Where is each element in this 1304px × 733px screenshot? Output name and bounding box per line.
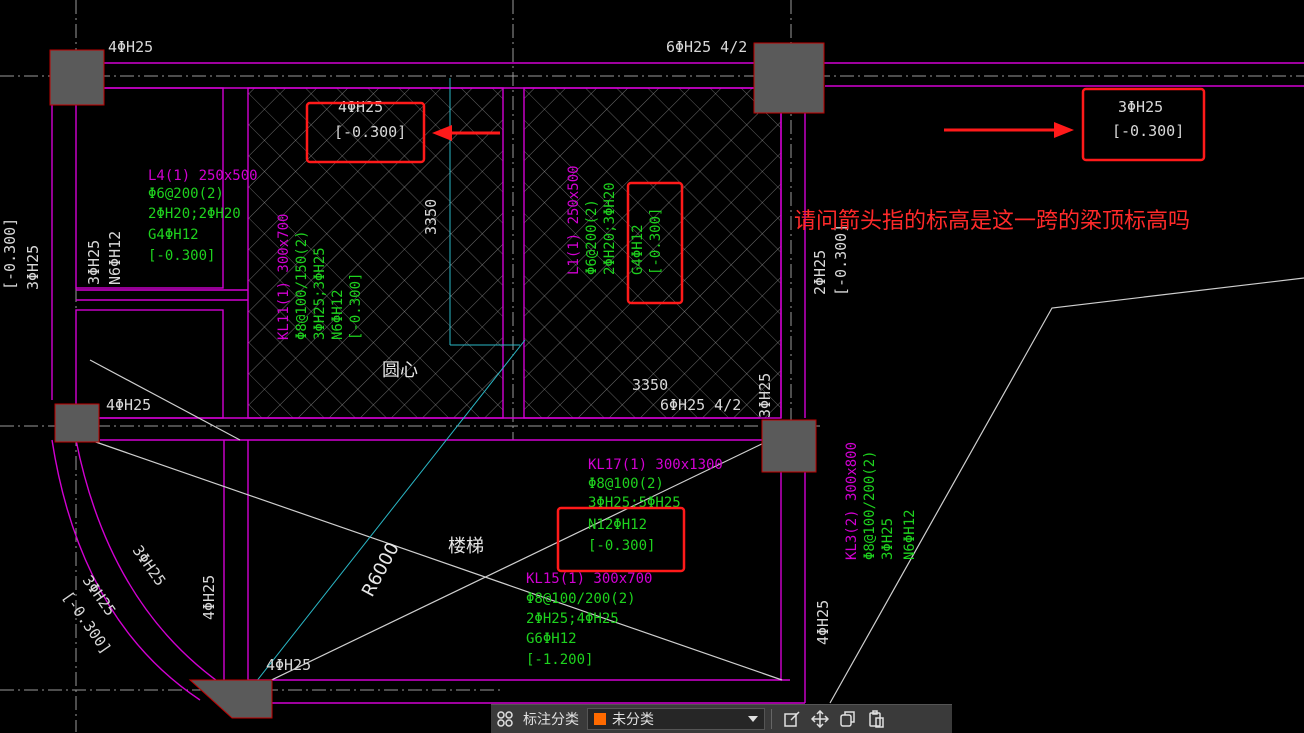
move-icon[interactable] — [806, 705, 834, 733]
edit-icon[interactable] — [778, 705, 806, 733]
svg-text:6ΦH25 4/2: 6ΦH25 4/2 — [660, 396, 741, 414]
svg-text:G4ΦH12: G4ΦH12 — [148, 227, 199, 243]
svg-text:[-0.300]: [-0.300] — [1112, 122, 1184, 140]
svg-text:3350: 3350 — [422, 199, 440, 235]
beam-L4-label: L4(1) 250x500 Φ6@200(2) 2ΦH20;2ΦH20 G4ΦH… — [148, 168, 258, 264]
svg-text:2ΦH25;4ΦH25: 2ΦH25;4ΦH25 — [526, 611, 619, 627]
svg-text:N6ΦH12: N6ΦH12 — [330, 289, 346, 340]
svg-text:[-1.200]: [-1.200] — [526, 652, 593, 668]
svg-text:3ΦH25: 3ΦH25 — [24, 245, 42, 290]
svg-text:Φ8@100/200(2): Φ8@100/200(2) — [862, 450, 878, 560]
svg-text:R6000: R6000 — [358, 539, 404, 600]
grid-icon[interactable] — [491, 705, 519, 733]
svg-text:[-0.300]: [-0.300] — [148, 248, 215, 264]
svg-text:KL15(1) 300x700: KL15(1) 300x700 — [526, 571, 652, 587]
copy-icon[interactable] — [834, 705, 862, 733]
classification-label: 标注分类 — [523, 712, 579, 728]
svg-text:L4(1) 250x500: L4(1) 250x500 — [148, 168, 258, 184]
svg-text:Φ8@100(2): Φ8@100(2) — [588, 476, 664, 492]
svg-text:G6ΦH12: G6ΦH12 — [526, 631, 577, 647]
chevron-down-icon — [748, 711, 758, 727]
beam-KL3-label: KL3(2) 300x800 Φ8@100/200(2) 3ΦH25 N6ΦH1… — [844, 442, 918, 560]
question-text: 请问箭头指的标高是这一跨的梁顶标高吗 — [794, 209, 1190, 234]
svg-text:[-0.300]: [-0.300] — [588, 538, 655, 554]
svg-text:4ΦH25: 4ΦH25 — [106, 396, 151, 414]
annotation-toolbar: 标注分类 未分类 — [491, 704, 952, 733]
svg-text:N6ΦH12: N6ΦH12 — [902, 509, 918, 560]
svg-text:KL3(2) 300x800: KL3(2) 300x800 — [844, 442, 860, 560]
svg-text:楼梯: 楼梯 — [448, 536, 484, 557]
svg-text:6ΦH25 4/2: 6ΦH25 4/2 — [666, 38, 747, 56]
svg-text:3ΦH25: 3ΦH25 — [129, 542, 170, 589]
svg-text:4ΦH25: 4ΦH25 — [814, 600, 832, 645]
beam-KL17-label: KL17(1) 300x1300 Φ8@100(2) 3ΦH25;5ΦH25 N… — [588, 457, 723, 554]
classification-select[interactable]: 未分类 — [587, 708, 765, 730]
svg-text:3ΦH25: 3ΦH25 — [1118, 98, 1163, 116]
svg-text:G4ΦH12: G4ΦH12 — [630, 224, 646, 275]
svg-text:3ΦH25: 3ΦH25 — [756, 373, 774, 418]
svg-text:Φ6@200(2): Φ6@200(2) — [148, 186, 224, 202]
svg-text:2ΦH25: 2ΦH25 — [811, 250, 829, 295]
svg-text:4ΦH25: 4ΦH25 — [200, 575, 218, 620]
selected-category: 未分类 — [612, 712, 654, 728]
paste-icon[interactable] — [862, 705, 890, 733]
svg-text:Φ8@100/150(2): Φ8@100/150(2) — [294, 230, 310, 340]
svg-text:3ΦH25: 3ΦH25 — [85, 240, 103, 285]
svg-text:[-0.300]: [-0.300] — [348, 273, 364, 340]
svg-text:3ΦH25: 3ΦH25 — [880, 518, 896, 560]
svg-text:[-0.300]: [-0.300] — [832, 224, 850, 296]
svg-text:圆心: 圆心 — [382, 360, 418, 381]
svg-text:N6ΦH12: N6ΦH12 — [106, 231, 124, 285]
svg-text:L1(1) 250x500: L1(1) 250x500 — [566, 165, 582, 275]
svg-text:4ΦH25: 4ΦH25 — [338, 98, 383, 116]
svg-text:2ΦH20;3ΦH20: 2ΦH20;3ΦH20 — [602, 182, 618, 275]
svg-text:3350: 3350 — [632, 376, 668, 394]
svg-text:KL11(1) 300x700: KL11(1) 300x700 — [276, 214, 292, 340]
svg-text:2ΦH20;2ΦH20: 2ΦH20;2ΦH20 — [148, 206, 241, 222]
svg-text:4ΦH25: 4ΦH25 — [266, 656, 311, 674]
svg-text:Φ8@100/200(2): Φ8@100/200(2) — [526, 591, 636, 607]
svg-text:4ΦH25: 4ΦH25 — [108, 38, 153, 56]
svg-text:3ΦH25;3ΦH25: 3ΦH25;3ΦH25 — [312, 247, 328, 340]
svg-text:KL17(1) 300x1300: KL17(1) 300x1300 — [588, 457, 723, 473]
svg-text:[-0.300]: [-0.300] — [648, 208, 664, 275]
svg-text:[-0.300]: [-0.300] — [1, 218, 19, 290]
cad-drawing[interactable]: 4ΦH25 6ΦH25 4/2 4ΦH25 [-0.300] 3ΦH25 [-0… — [0, 0, 1304, 732]
svg-text:[-0.300]: [-0.300] — [334, 123, 406, 141]
category-color-swatch — [594, 713, 606, 725]
svg-text:N12ΦH12: N12ΦH12 — [588, 517, 647, 533]
beam-KL15-label: KL15(1) 300x700 Φ8@100/200(2) 2ΦH25;4ΦH2… — [526, 571, 652, 668]
svg-text:Φ6@200(2): Φ6@200(2) — [584, 199, 600, 275]
toolbar-divider — [771, 709, 772, 729]
